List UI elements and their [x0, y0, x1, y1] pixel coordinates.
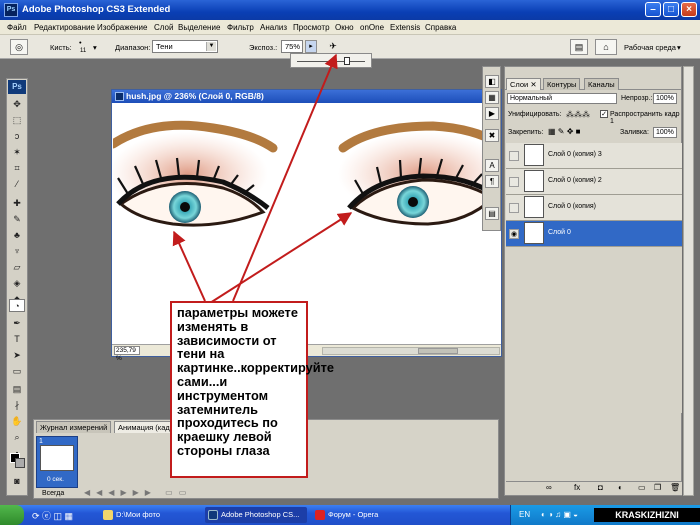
quicklaunch-icons[interactable]: ⟳ ⓔ ◫ ▦	[32, 509, 73, 522]
system-tray: EN ◐ ◑ ♫ ▣ ◒ KRASKIZHIZNI	[510, 505, 700, 525]
taskbar-item-folder[interactable]: D:\Мои фото	[100, 507, 200, 523]
language-indicator[interactable]: EN	[519, 510, 530, 519]
taskbar-item-photoshop[interactable]: Adobe Photoshop CS...	[205, 507, 307, 523]
photoshop-icon	[208, 510, 218, 520]
tray-icons[interactable]: ◐ ◑ ♫ ▣ ◒	[541, 510, 578, 519]
start-button[interactable]	[0, 505, 24, 525]
opera-icon	[315, 510, 325, 520]
folder-icon	[103, 510, 113, 520]
taskbar: ⟳ ⓔ ◫ ▦ D:\Мои фото Adobe Photoshop CS..…	[0, 505, 700, 525]
annotation-callout: параметры можете изменять в зависимости …	[170, 301, 334, 478]
taskbar-item-opera[interactable]: Форум - Opera	[312, 507, 412, 523]
watermark: KRASKIZHIZNI	[594, 508, 700, 522]
annotation-arrows	[172, 53, 353, 304]
